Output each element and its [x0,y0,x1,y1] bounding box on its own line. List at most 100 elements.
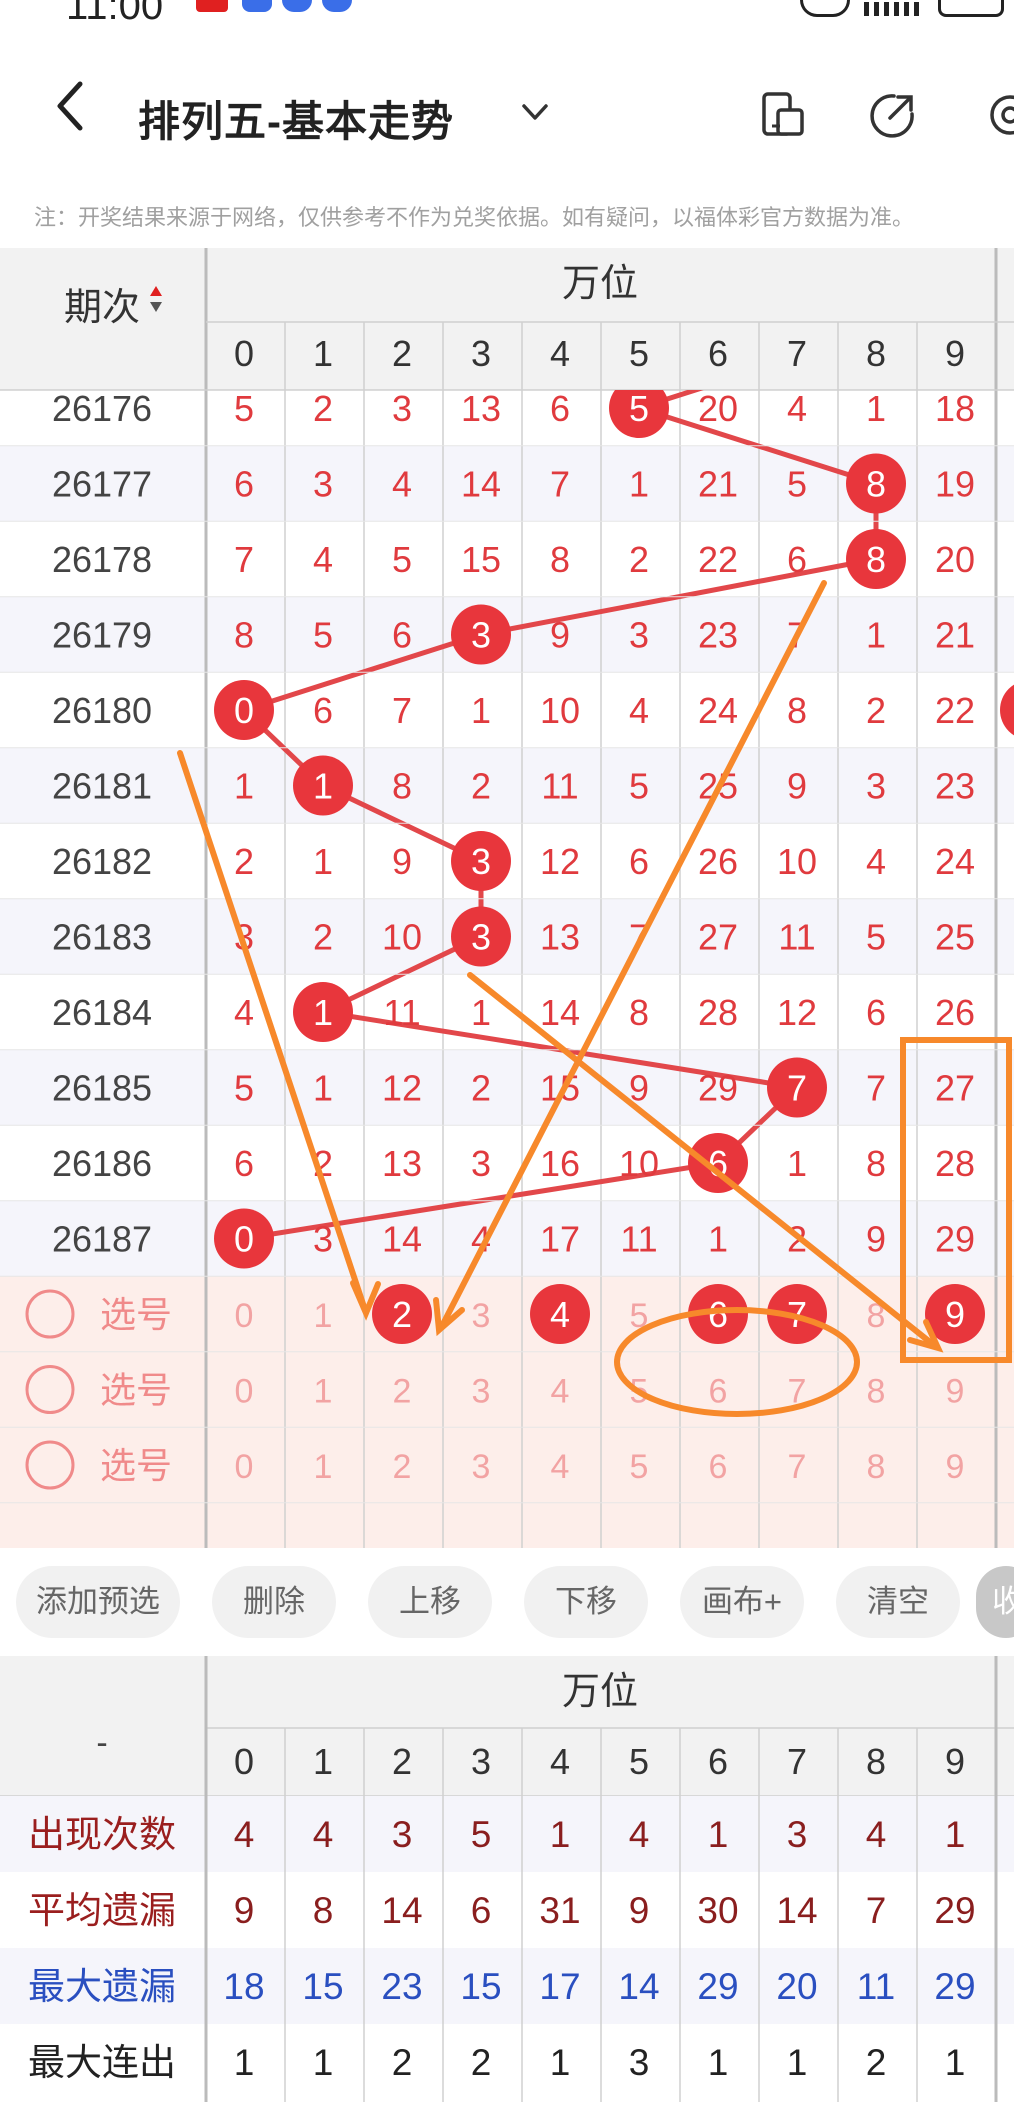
digit-header: 3 [471,333,491,374]
stats-value: 1 [708,1814,729,1855]
stats-value: 29 [934,1966,975,2007]
miss-value: 6 [234,1143,254,1184]
miss-value: 13 [461,388,501,429]
miss-value: 27 [935,1068,975,1109]
phone-icon[interactable] [758,90,808,140]
hit-ball-label: 8 [866,539,886,580]
select-digit: 4 [551,1448,570,1486]
app-notification-icons [196,0,356,14]
stats-value: 3 [629,2042,650,2083]
stats-digit-header: 2 [392,1741,412,1782]
miss-value: 14 [461,464,501,505]
page-title[interactable]: 排列五-基本走势 [138,88,454,149]
miss-value: 2 [471,1068,491,1109]
digit-header: 7 [787,333,807,374]
miss-value: 4 [787,388,807,429]
miss-value: 10 [540,690,580,731]
miss-value: 9 [392,841,412,882]
hit-ball-label: 3 [471,841,491,882]
select-digit: 0 [235,1448,254,1486]
miss-value: 7 [866,1068,886,1109]
select-digit: 1 [314,1297,333,1335]
row-background [0,672,1014,748]
add-preselect-button[interactable]: 添加预选 [16,1566,180,1638]
miss-value: 6 [629,841,649,882]
stats-value: 4 [629,1814,650,1855]
miss-value: 28 [698,992,738,1033]
clear-button[interactable]: 清空 [836,1566,960,1638]
miss-value: 20 [935,539,975,580]
stats-digit-header: 9 [945,1741,965,1782]
digit-header: 4 [550,333,570,374]
stats-digit-header: 7 [787,1741,807,1782]
miss-value: 11 [383,992,420,1033]
stats-digit-header: 1 [313,1741,333,1782]
settings-icon[interactable] [984,90,1014,140]
period-cell: 26182 [52,841,152,882]
stats-value: 14 [776,1890,817,1931]
stats-value: 1 [550,2042,571,2083]
selected-ball-label: 2 [392,1294,412,1335]
period-cell: 26179 [52,615,152,656]
collapse-button[interactable]: 收 [976,1566,1014,1638]
miss-value: 2 [313,917,333,958]
back-arrow-icon[interactable] [48,70,98,140]
stats-value: 2 [471,2042,492,2083]
miss-value: 6 [550,388,570,429]
miss-value: 3 [866,766,886,807]
select-label: 选号 [100,1370,172,1411]
miss-value: 11 [778,917,815,958]
miss-value: 8 [866,1143,886,1184]
miss-value: 22 [935,690,975,731]
miss-value: 12 [382,1068,422,1109]
hit-ball-label: 1 [313,766,333,807]
period-cell: 26181 [52,766,152,807]
miss-value: 12 [540,841,580,882]
stats-row-label: 平均遗漏 [28,1890,176,1931]
stats-value: 31 [539,1890,580,1931]
canvas-add-label: 画布+ [701,1584,783,1619]
move-up-button[interactable]: 上移 [368,1566,492,1638]
row-background [0,1125,1014,1201]
miss-value: 5 [866,917,886,958]
miss-value: 10 [777,841,817,882]
status-bar: 11:00 [0,0,1014,28]
delete-button[interactable]: 删除 [212,1566,336,1638]
select-digit: 1 [314,1448,333,1486]
miss-value: 1 [866,615,886,656]
stats-value: 2 [866,2042,887,2083]
miss-value: 13 [540,917,580,958]
miss-value: 15 [461,539,501,580]
period-header: 期次 [64,287,140,329]
stats-value: 30 [697,1890,738,1931]
share-icon[interactable] [868,90,918,140]
select-digit: 9 [946,1448,965,1486]
period-cell: 26185 [52,1068,152,1109]
stats-value: 4 [313,1814,334,1855]
miss-value: 6 [234,464,254,505]
move-down-button[interactable]: 下移 [524,1566,648,1638]
miss-value: 9 [787,766,807,807]
period-cell: 26184 [52,992,152,1033]
miss-value: 3 [471,1143,491,1184]
miss-value: 13 [382,1143,422,1184]
select-digit: 8 [867,1373,886,1411]
miss-value: 6 [392,615,412,656]
miss-value: 2 [313,388,333,429]
miss-value: 8 [550,539,570,580]
select-label: 选号 [100,1445,172,1486]
chevron-down-icon[interactable] [520,92,550,132]
canvas-add-button[interactable]: 画布+ [680,1566,804,1638]
miss-value: 18 [935,388,975,429]
stats-value: 6 [471,1890,492,1931]
hit-ball-label: 3 [471,917,491,958]
stats-value: 1 [708,2042,729,2083]
miss-value: 27 [698,917,738,958]
stats-value: 3 [392,1814,413,1855]
digit-header: 2 [392,333,412,374]
miss-value: 14 [382,1219,422,1260]
miss-value: 8 [787,690,807,731]
clear-label: 清空 [867,1584,929,1619]
period-cell: 26177 [52,464,152,505]
miss-value: 2 [866,690,886,731]
